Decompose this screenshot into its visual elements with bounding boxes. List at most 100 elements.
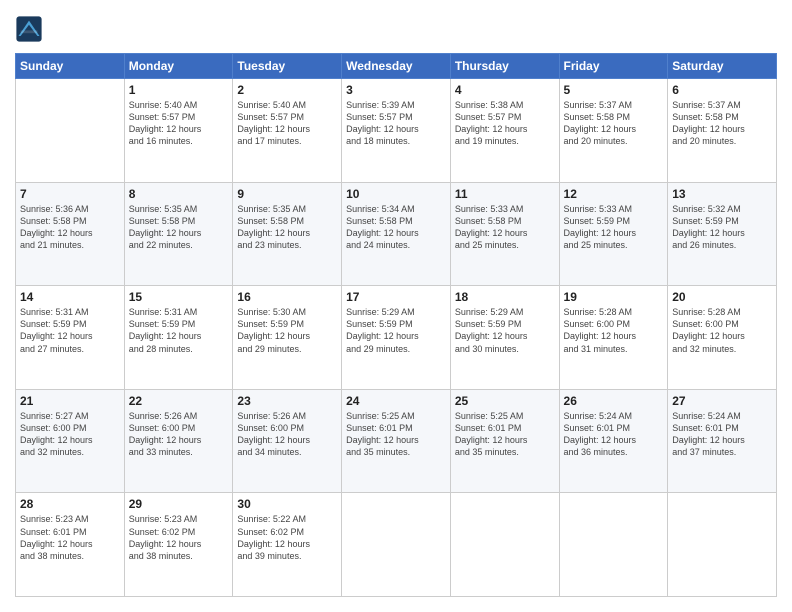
day-info: Sunrise: 5:31 AM Sunset: 5:59 PM Dayligh…: [129, 306, 229, 355]
day-number: 12: [564, 187, 664, 201]
day-number: 21: [20, 394, 120, 408]
logo-icon: [15, 15, 43, 43]
day-info: Sunrise: 5:22 AM Sunset: 6:02 PM Dayligh…: [237, 513, 337, 562]
day-info: Sunrise: 5:28 AM Sunset: 6:00 PM Dayligh…: [672, 306, 772, 355]
day-number: 24: [346, 394, 446, 408]
day-info: Sunrise: 5:40 AM Sunset: 5:57 PM Dayligh…: [129, 99, 229, 148]
day-info: Sunrise: 5:29 AM Sunset: 5:59 PM Dayligh…: [455, 306, 555, 355]
day-number: 4: [455, 83, 555, 97]
calendar-cell: 3 Sunrise: 5:39 AM Sunset: 5:57 PM Daylig…: [342, 79, 451, 183]
calendar-week-3: 14 Sunrise: 5:31 AM Sunset: 5:59 PM Dayli…: [16, 286, 777, 390]
calendar-cell: 26 Sunrise: 5:24 AM Sunset: 6:01 PM Dayli…: [559, 389, 668, 493]
day-info: Sunrise: 5:25 AM Sunset: 6:01 PM Dayligh…: [455, 410, 555, 459]
day-number: 22: [129, 394, 229, 408]
calendar-cell: 28 Sunrise: 5:23 AM Sunset: 6:01 PM Dayli…: [16, 493, 125, 597]
calendar-cell: [450, 493, 559, 597]
day-info: Sunrise: 5:30 AM Sunset: 5:59 PM Dayligh…: [237, 306, 337, 355]
calendar-cell: 14 Sunrise: 5:31 AM Sunset: 5:59 PM Dayli…: [16, 286, 125, 390]
calendar-cell: 27 Sunrise: 5:24 AM Sunset: 6:01 PM Dayli…: [668, 389, 777, 493]
calendar-cell: 29Sunrise: 5:23 AM Sunset: 6:02 PM Dayli…: [124, 493, 233, 597]
calendar-cell: 16 Sunrise: 5:30 AM Sunset: 5:59 PM Dayli…: [233, 286, 342, 390]
day-number: 23: [237, 394, 337, 408]
calendar-cell: 24 Sunrise: 5:25 AM Sunset: 6:01 PM Dayli…: [342, 389, 451, 493]
calendar-cell: [559, 493, 668, 597]
calendar-table: SundayMondayTuesdayWednesdayThursdayFrid…: [15, 53, 777, 597]
day-number: 26: [564, 394, 664, 408]
day-info: Sunrise: 5:31 AM Sunset: 5:59 PM Dayligh…: [20, 306, 120, 355]
calendar-cell: 10Sunrise: 5:34 AM Sunset: 5:58 PM Dayli…: [342, 182, 451, 286]
calendar-cell: 23 Sunrise: 5:26 AM Sunset: 6:00 PM Dayli…: [233, 389, 342, 493]
weekday-monday: Monday: [124, 54, 233, 79]
day-number: 3: [346, 83, 446, 97]
day-info: Sunrise: 5:26 AM Sunset: 6:00 PM Dayligh…: [129, 410, 229, 459]
day-info: Sunrise: 5:27 AM Sunset: 6:00 PM Dayligh…: [20, 410, 120, 459]
weekday-wednesday: Wednesday: [342, 54, 451, 79]
weekday-saturday: Saturday: [668, 54, 777, 79]
day-number: 15: [129, 290, 229, 304]
day-number: 14: [20, 290, 120, 304]
day-number: 11: [455, 187, 555, 201]
calendar-cell: 22 Sunrise: 5:26 AM Sunset: 6:00 PM Dayli…: [124, 389, 233, 493]
day-info: Sunrise: 5:23 AM Sunset: 6:01 PM Dayligh…: [20, 513, 120, 562]
calendar-cell: 17Sunrise: 5:29 AM Sunset: 5:59 PM Dayli…: [342, 286, 451, 390]
day-number: 18: [455, 290, 555, 304]
calendar-cell: 5 Sunrise: 5:37 AM Sunset: 5:58 PM Daylig…: [559, 79, 668, 183]
day-info: Sunrise: 5:33 AM Sunset: 5:58 PM Dayligh…: [455, 203, 555, 252]
calendar-cell: 25 Sunrise: 5:25 AM Sunset: 6:01 PM Dayli…: [450, 389, 559, 493]
day-info: Sunrise: 5:38 AM Sunset: 5:57 PM Dayligh…: [455, 99, 555, 148]
logo: [15, 15, 45, 43]
day-number: 10: [346, 187, 446, 201]
day-info: Sunrise: 5:25 AM Sunset: 6:01 PM Dayligh…: [346, 410, 446, 459]
day-number: 1: [129, 83, 229, 97]
day-number: 19: [564, 290, 664, 304]
calendar-cell: 4 Sunrise: 5:38 AM Sunset: 5:57 PM Daylig…: [450, 79, 559, 183]
calendar-cell: 18 Sunrise: 5:29 AM Sunset: 5:59 PM Dayli…: [450, 286, 559, 390]
calendar-cell: 9 Sunrise: 5:35 AM Sunset: 5:58 PM Daylig…: [233, 182, 342, 286]
day-number: 30: [237, 497, 337, 511]
day-number: 2: [237, 83, 337, 97]
day-info: Sunrise: 5:37 AM Sunset: 5:58 PM Dayligh…: [564, 99, 664, 148]
calendar-cell: 2 Sunrise: 5:40 AM Sunset: 5:57 PM Daylig…: [233, 79, 342, 183]
day-number: 9: [237, 187, 337, 201]
calendar-cell: 8Sunrise: 5:35 AM Sunset: 5:58 PM Daylig…: [124, 182, 233, 286]
day-number: 13: [672, 187, 772, 201]
day-number: 17: [346, 290, 446, 304]
day-number: 7: [20, 187, 120, 201]
calendar-cell: 11 Sunrise: 5:33 AM Sunset: 5:58 PM Dayli…: [450, 182, 559, 286]
calendar-cell: 19 Sunrise: 5:28 AM Sunset: 6:00 PM Dayli…: [559, 286, 668, 390]
calendar-week-4: 21 Sunrise: 5:27 AM Sunset: 6:00 PM Dayli…: [16, 389, 777, 493]
weekday-sunday: Sunday: [16, 54, 125, 79]
day-number: 16: [237, 290, 337, 304]
weekday-tuesday: Tuesday: [233, 54, 342, 79]
header: [15, 15, 777, 43]
calendar-cell: 12 Sunrise: 5:33 AM Sunset: 5:59 PM Dayli…: [559, 182, 668, 286]
calendar-cell: [668, 493, 777, 597]
day-number: 6: [672, 83, 772, 97]
day-info: Sunrise: 5:32 AM Sunset: 5:59 PM Dayligh…: [672, 203, 772, 252]
day-number: 20: [672, 290, 772, 304]
day-info: Sunrise: 5:28 AM Sunset: 6:00 PM Dayligh…: [564, 306, 664, 355]
day-info: Sunrise: 5:33 AM Sunset: 5:59 PM Dayligh…: [564, 203, 664, 252]
day-info: Sunrise: 5:40 AM Sunset: 5:57 PM Dayligh…: [237, 99, 337, 148]
day-info: Sunrise: 5:39 AM Sunset: 5:57 PM Dayligh…: [346, 99, 446, 148]
day-info: Sunrise: 5:24 AM Sunset: 6:01 PM Dayligh…: [564, 410, 664, 459]
day-number: 25: [455, 394, 555, 408]
weekday-thursday: Thursday: [450, 54, 559, 79]
day-info: Sunrise: 5:35 AM Sunset: 5:58 PM Dayligh…: [237, 203, 337, 252]
calendar-cell: 6 Sunrise: 5:37 AM Sunset: 5:58 PM Daylig…: [668, 79, 777, 183]
day-number: 28: [20, 497, 120, 511]
day-number: 27: [672, 394, 772, 408]
day-info: Sunrise: 5:37 AM Sunset: 5:58 PM Dayligh…: [672, 99, 772, 148]
day-info: Sunrise: 5:24 AM Sunset: 6:01 PM Dayligh…: [672, 410, 772, 459]
calendar-week-2: 7Sunrise: 5:36 AM Sunset: 5:58 PM Daylig…: [16, 182, 777, 286]
weekday-friday: Friday: [559, 54, 668, 79]
day-info: Sunrise: 5:26 AM Sunset: 6:00 PM Dayligh…: [237, 410, 337, 459]
page: SundayMondayTuesdayWednesdayThursdayFrid…: [0, 0, 792, 612]
calendar-cell: 1 Sunrise: 5:40 AM Sunset: 5:57 PM Daylig…: [124, 79, 233, 183]
calendar-cell: 30 Sunrise: 5:22 AM Sunset: 6:02 PM Dayli…: [233, 493, 342, 597]
day-info: Sunrise: 5:35 AM Sunset: 5:58 PM Dayligh…: [129, 203, 229, 252]
day-number: 5: [564, 83, 664, 97]
calendar-cell: [342, 493, 451, 597]
day-number: 29: [129, 497, 229, 511]
calendar-cell: 13 Sunrise: 5:32 AM Sunset: 5:59 PM Dayli…: [668, 182, 777, 286]
